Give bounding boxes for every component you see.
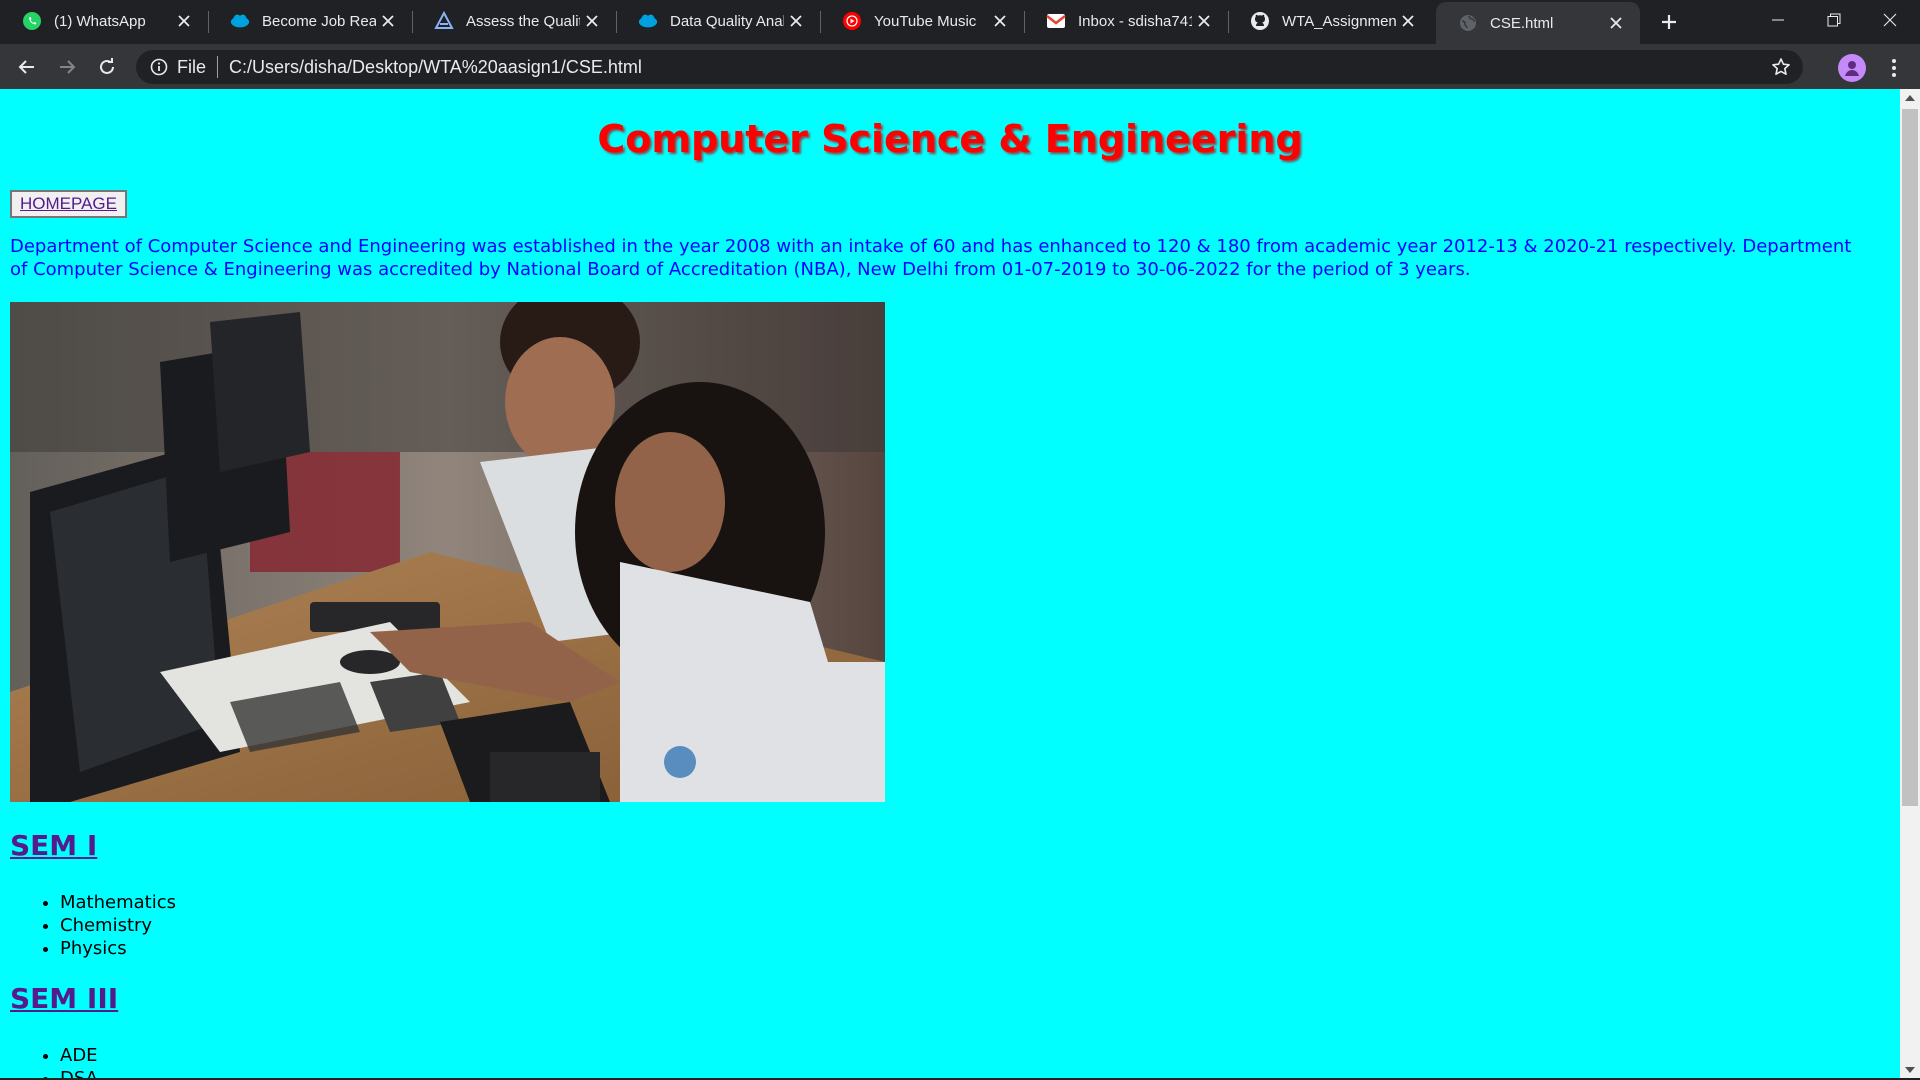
close-tab-icon[interactable] [784, 9, 808, 33]
tab-title: (1) WhatsApp [54, 12, 146, 30]
tab-gmail-inbox[interactable]: Inbox - sdisha741 [1024, 0, 1229, 42]
scroll-down-arrow-icon[interactable] [1900, 1061, 1920, 1078]
tab-become-job-ready[interactable]: Become Job Ready [208, 0, 413, 42]
homepage-link[interactable]: HOMEPAGE [20, 194, 117, 214]
tab-title: WTA_Assignment/ [1282, 12, 1396, 30]
scheme-label: File [177, 56, 207, 77]
close-tab-icon[interactable] [580, 9, 604, 33]
tab-title: Assess the Quality [466, 12, 580, 30]
tab-title: Inbox - sdisha741 [1078, 12, 1192, 30]
sem-1-subject-list: Mathematics Chemistry Physics [60, 891, 176, 960]
back-button[interactable] [12, 52, 42, 82]
globe-icon [1458, 13, 1478, 33]
scrollbar-thumb[interactable] [1902, 109, 1918, 806]
more-vert-icon [1892, 59, 1896, 77]
list-item: Mathematics [60, 891, 176, 914]
arrow-right-icon [60, 60, 76, 74]
minimize-button[interactable] [1750, 0, 1806, 40]
address-divider [217, 56, 219, 78]
close-tab-icon[interactable] [172, 9, 196, 33]
sem-3-subject-list: ADE DSA [60, 1044, 98, 1078]
close-icon [1883, 13, 1897, 27]
page-viewport: Computer Science & Engineering HOMEPAGE … [0, 89, 1900, 1078]
url-text[interactable]: C:/Users/disha/Desktop/WTA%20aasign1/CSE… [229, 57, 1769, 78]
tab-youtube-music[interactable]: YouTube Music [820, 0, 1025, 42]
close-tab-icon[interactable] [988, 9, 1012, 33]
browser-toolbar: File C:/Users/disha/Desktop/WTA%20aasign… [0, 44, 1920, 89]
tab-whatsapp[interactable]: (1) WhatsApp [0, 0, 209, 42]
tab-title: YouTube Music [874, 12, 977, 30]
close-window-button[interactable] [1862, 0, 1918, 40]
restore-button[interactable] [1806, 0, 1862, 40]
arrow-left-icon [18, 60, 34, 74]
new-tab-button[interactable] [1655, 8, 1683, 36]
whatsapp-icon [22, 11, 42, 31]
restore-icon [1827, 13, 1841, 27]
tab-assess-the-quality[interactable]: Assess the Quality [412, 0, 617, 42]
close-tab-icon[interactable] [376, 9, 400, 33]
tab-data-quality-analysis[interactable]: Data Quality Analy [616, 0, 821, 42]
tab-cse-html[interactable]: CSE.html [1436, 2, 1640, 44]
salesforce-icon [230, 11, 250, 31]
browser-menu-button[interactable] [1880, 54, 1908, 82]
profile-avatar[interactable] [1838, 54, 1866, 82]
reload-icon [100, 58, 114, 74]
bookmark-star-icon[interactable] [1769, 55, 1793, 79]
tab-title: Data Quality Analy [670, 12, 784, 30]
github-icon [1250, 11, 1270, 31]
close-tab-icon[interactable] [1396, 9, 1420, 33]
youtube-music-icon [842, 11, 862, 31]
salesforce-icon [638, 11, 658, 31]
close-tab-icon[interactable] [1192, 9, 1216, 33]
computer-lab-photo [10, 302, 885, 802]
info-icon[interactable] [148, 56, 170, 78]
minimize-icon [1772, 19, 1784, 21]
close-tab-icon[interactable] [1604, 11, 1628, 35]
forward-button[interactable] [52, 52, 82, 82]
scroll-up-arrow-icon[interactable] [1900, 89, 1920, 106]
homepage-button[interactable]: HOMEPAGE [10, 190, 127, 218]
list-item: ADE [60, 1044, 98, 1067]
list-item: DSA [60, 1067, 98, 1078]
page-title: Computer Science & Engineering [597, 117, 1303, 161]
tab-title: CSE.html [1490, 14, 1554, 32]
tab-github-wta-assignment[interactable]: WTA_Assignment/ [1228, 0, 1432, 42]
sem-3-heading[interactable]: SEM III [10, 982, 118, 1015]
gmail-icon [1046, 11, 1066, 31]
sem-1-heading[interactable]: SEM I [10, 829, 97, 862]
profile-icon [1845, 61, 1859, 76]
browser-tab-strip: (1) WhatsApp Become Job Ready Assess the… [0, 0, 1920, 44]
address-bar[interactable]: File C:/Users/disha/Desktop/WTA%20aasign… [136, 50, 1803, 84]
tab-title: Become Job Ready [262, 12, 376, 30]
trailhead-icon [434, 11, 454, 31]
plus-icon [1662, 15, 1676, 29]
department-description: Department of Computer Science and Engin… [10, 236, 1852, 280]
list-item: Chemistry [60, 914, 176, 937]
vertical-scrollbar[interactable] [1900, 89, 1920, 1078]
reload-button[interactable] [92, 52, 122, 82]
list-item: Physics [60, 937, 176, 960]
